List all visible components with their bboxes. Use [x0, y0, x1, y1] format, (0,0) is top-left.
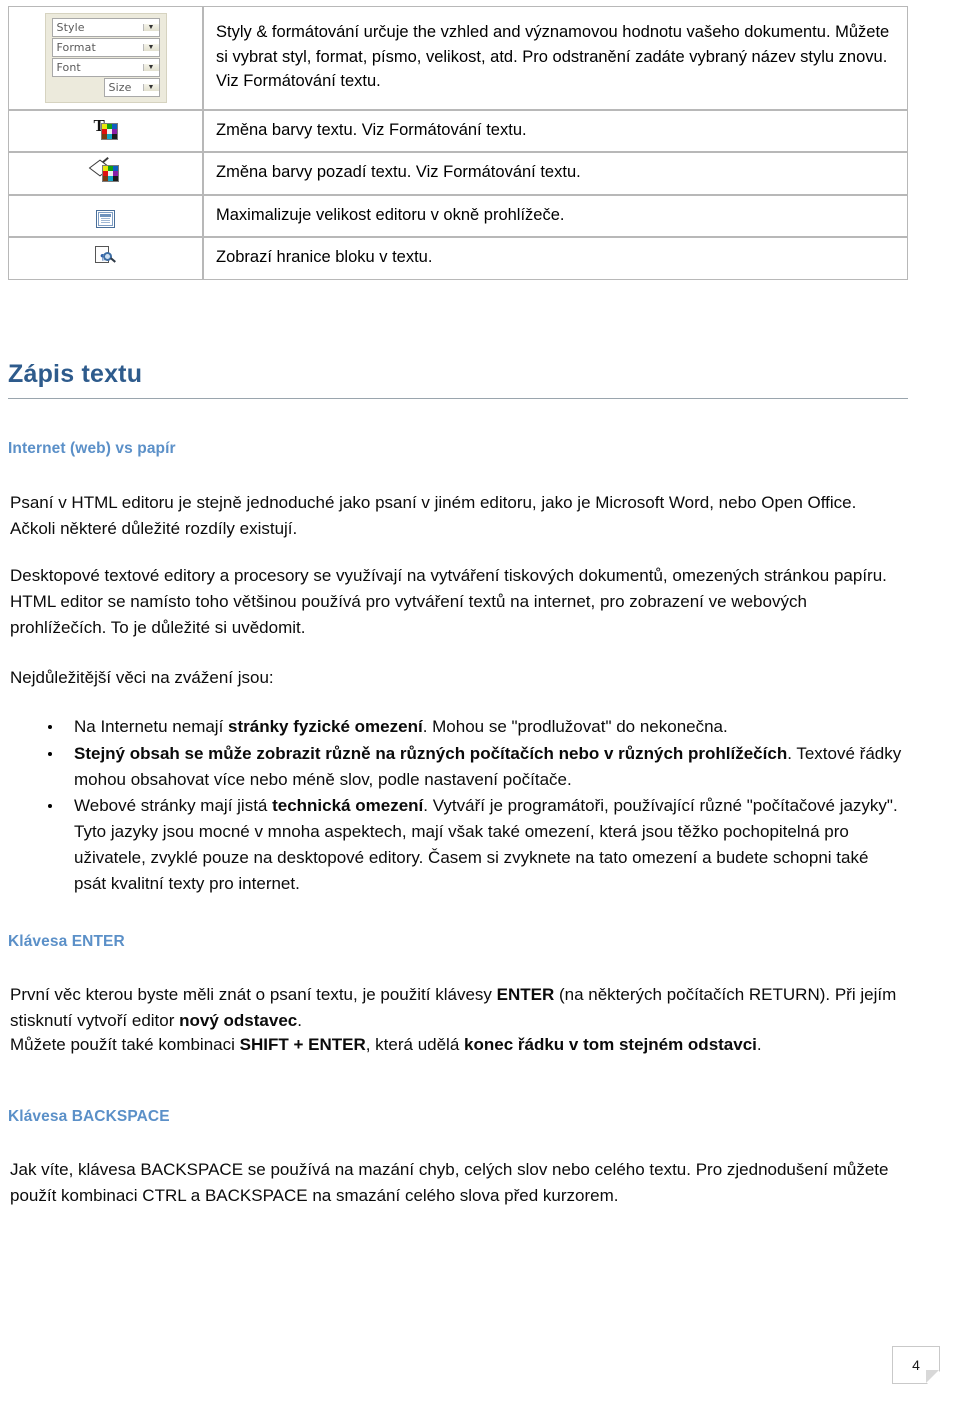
- document-page: Style ▼ Format ▼ Font ▼ Size ▼ Styly & f…: [0, 0, 960, 1409]
- chevron-down-icon[interactable]: ▼: [142, 84, 159, 91]
- maximize-icon-titlebar: [100, 214, 111, 218]
- table-row: Změna barvy pozadí textu. Viz Formátován…: [8, 152, 908, 195]
- maximize-icon-line: [101, 220, 110, 222]
- style-dropdown[interactable]: Style ▼: [51, 18, 160, 37]
- style-dropdown-label: Style: [56, 21, 85, 34]
- chevron-down-icon[interactable]: ▼: [142, 44, 159, 51]
- style-dropdown-row[interactable]: Style ▼: [51, 18, 160, 37]
- page-corner-fold: [926, 1370, 939, 1383]
- list-item: Webové stránky mají jistá technická omez…: [44, 793, 904, 896]
- table-cell-description: Zobrazí hranice bloku v textu.: [203, 237, 908, 280]
- table-row: T Změna barvy textu. Viz Formátování tex…: [8, 110, 908, 153]
- magnifier-handle-glyph: [109, 257, 116, 263]
- format-dropdown-label: Format: [56, 41, 96, 54]
- paragraph-backspace-key: Jak víte, klávesa BACKSPACE se používá n…: [10, 1160, 889, 1205]
- table-cell-icon: ¶: [8, 237, 203, 280]
- font-dropdown-row[interactable]: Font ▼: [51, 58, 160, 77]
- maximize-icon-line: [101, 222, 110, 224]
- dropdown-spacer: [52, 78, 104, 97]
- color-swatch-grid: [101, 165, 119, 183]
- style-format-font-size-dropdowns[interactable]: Style ▼ Format ▼ Font ▼ Size ▼: [44, 13, 167, 103]
- list-item-text: Na Internetu nemají stránky fyzické omez…: [74, 717, 728, 736]
- text-color-icon[interactable]: T: [94, 117, 118, 140]
- paragraph-desktop-vs-html: Desktopové textové editory a procesory s…: [10, 566, 887, 637]
- maximize-icon-line: [101, 218, 110, 220]
- table-cell-icon: [8, 152, 203, 195]
- table-row: Style ▼ Format ▼ Font ▼ Size ▼ Styly & f…: [8, 6, 908, 110]
- table-row: ¶ Zobrazí hranice bloku v textu.: [8, 237, 908, 280]
- size-dropdown[interactable]: Size ▼: [103, 78, 160, 97]
- list-item: Stejný obsah se může zobrazit různě na r…: [44, 741, 904, 793]
- table-cell-icon: [8, 194, 203, 238]
- chevron-down-icon[interactable]: ▼: [142, 64, 159, 71]
- paragraph-enter-key: První věc kterou byste měli znát o psaní…: [10, 985, 897, 1030]
- section-heading-backspace-key: Klávesa BACKSPACE: [8, 1108, 170, 1125]
- section-heading-enter-key: Klávesa ENTER: [8, 933, 125, 950]
- page-title: Zápis textu: [8, 360, 908, 399]
- section-heading-internet-vs-paper: Internet (web) vs papír: [8, 440, 176, 457]
- table-cell-description: Maximalizuje velikost editoru v okně pro…: [203, 194, 908, 238]
- table-cell-description: Styly & formátování určuje the vzhled an…: [203, 6, 908, 110]
- background-color-icon[interactable]: [88, 157, 119, 183]
- table-cell-icon: Style ▼ Format ▼ Font ▼ Size ▼: [8, 6, 203, 110]
- maximize-icon-inner: [98, 212, 113, 227]
- chevron-down-icon[interactable]: ▼: [142, 24, 159, 31]
- show-block-boundaries-icon[interactable]: ¶: [94, 245, 117, 266]
- color-swatch-grid: [100, 122, 118, 140]
- table-row: Maximalizuje velikost editoru v okně pro…: [8, 194, 908, 238]
- format-dropdown[interactable]: Format ▼: [51, 38, 160, 57]
- list-item-text: Stejný obsah se může zobrazit různě na r…: [74, 743, 902, 789]
- size-dropdown-row[interactable]: Size ▼: [52, 78, 160, 97]
- toolbar-reference-table: Style ▼ Format ▼ Font ▼ Size ▼ Styly & f…: [8, 6, 908, 280]
- font-dropdown-label: Font: [56, 61, 81, 74]
- table-cell-icon: T: [8, 110, 203, 153]
- list-item-text: Webové stránky mají jistá technická omez…: [74, 796, 898, 893]
- paragraph-considerations-lead: Nejdůležitější věci na zvážení jsou:: [10, 668, 274, 687]
- table-cell-description: Změna barvy pozadí textu. Viz Formátován…: [203, 152, 908, 195]
- list-item: Na Internetu nemají stránky fyzické omez…: [44, 714, 904, 740]
- maximize-editor-icon[interactable]: [96, 210, 115, 229]
- size-dropdown-label: Size: [108, 81, 132, 94]
- paint-bucket-handle: [101, 157, 109, 164]
- table-cell-description: Změna barvy textu. Viz Formátování textu…: [203, 110, 908, 153]
- considerations-list: Na Internetu nemají stránky fyzické omez…: [44, 714, 904, 898]
- page-number-value: 4: [912, 1357, 920, 1373]
- format-dropdown-row[interactable]: Format ▼: [51, 38, 160, 57]
- paragraph-shift-enter: Můžete použít také kombinaci SHIFT + ENT…: [10, 1035, 762, 1054]
- page-number-badge: 4: [892, 1346, 940, 1384]
- paragraph-intro: Psaní v HTML editoru je stejně jednoduch…: [10, 493, 857, 538]
- font-dropdown[interactable]: Font ▼: [51, 58, 160, 77]
